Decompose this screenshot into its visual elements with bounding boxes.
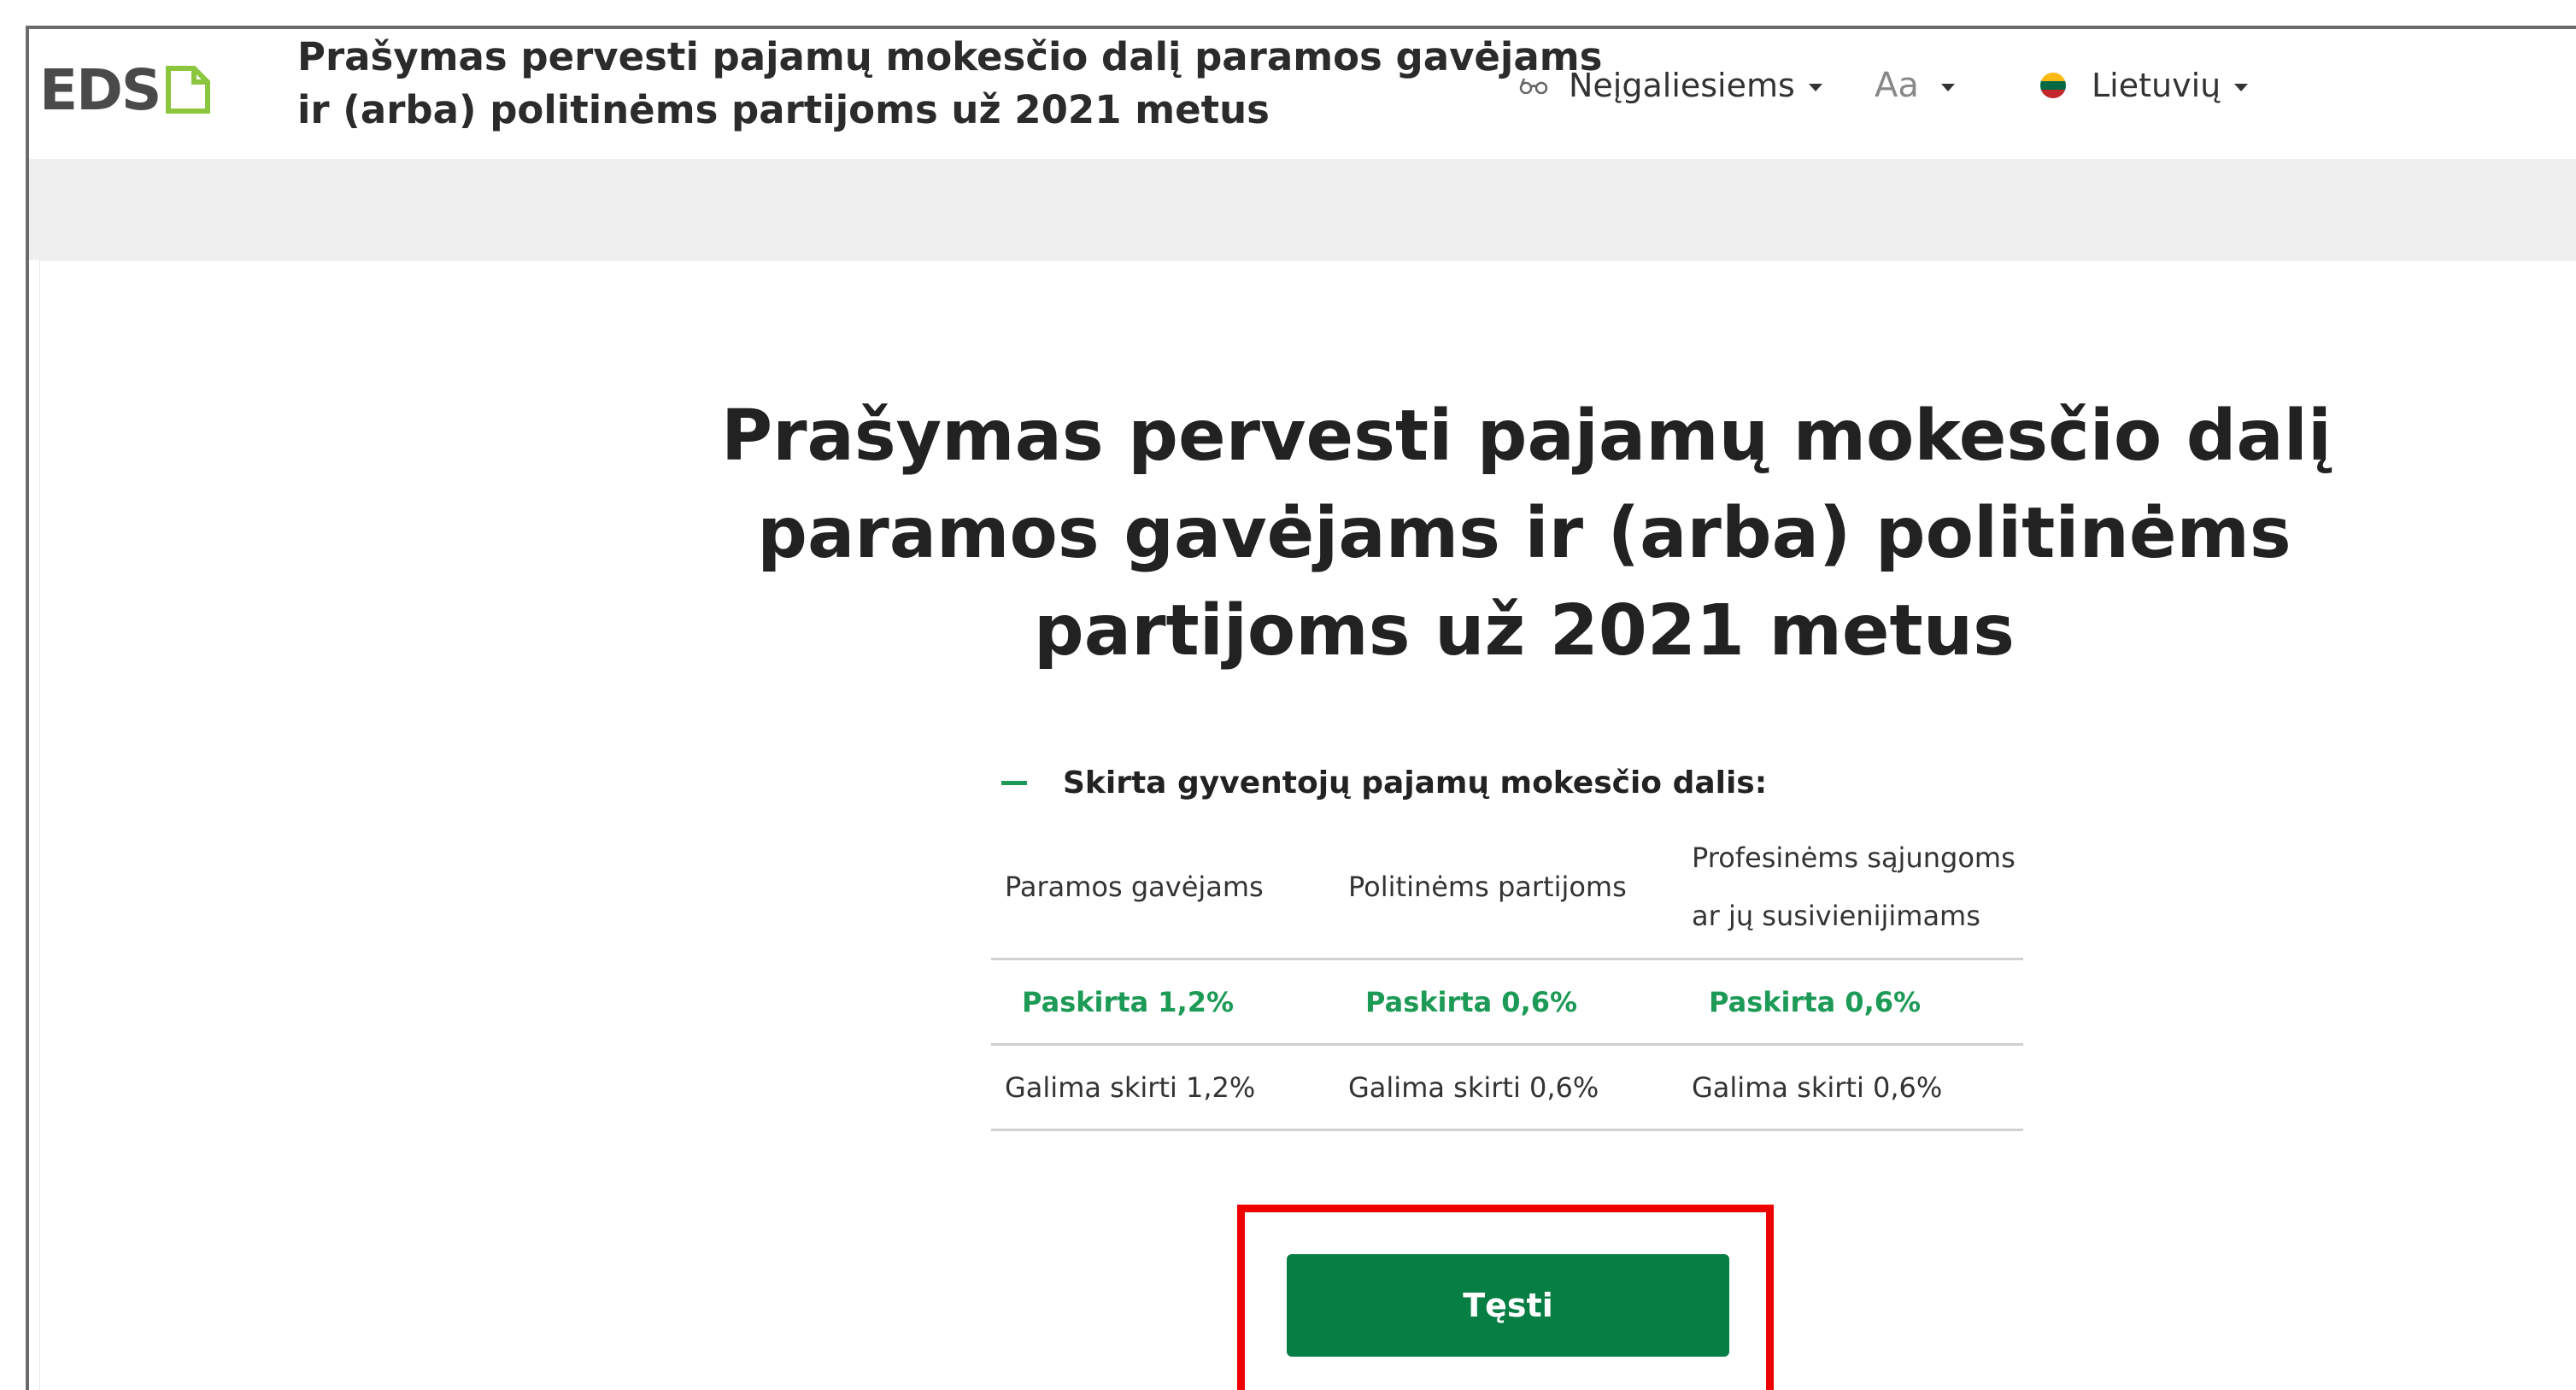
header-title-line-2: ir (arba) politinėms partijoms už 2021 m… [297, 87, 1270, 132]
section-toggle[interactable]: Skirta gyventojų pajamų mokesčio dalis: [1001, 765, 1767, 801]
chevron-down-icon [1940, 83, 1955, 91]
language-label: Lietuvių [2092, 67, 2221, 104]
continue-button[interactable]: Tęsti [1287, 1254, 1729, 1357]
page-title-line-3: partijoms už 2021 metus [1034, 590, 2015, 672]
allocated-cell: Paskirta 0,6% [1365, 985, 1578, 1018]
available-cell: Galima skirti 0,6% [1348, 1070, 1599, 1104]
header-title: Prašymas pervesti pajamų mokesčio dalį p… [297, 31, 1603, 137]
accessibility-label: Neįgaliesiems [1569, 67, 1795, 104]
available-cell: Galima skirti 1,2% [1005, 1070, 1256, 1104]
section-title: Skirta gyventojų pajamų mokesčio dalis: [1063, 765, 1768, 801]
grey-band [29, 159, 2576, 260]
column-header: Profesinėms sąjungoms ar jų susivienijim… [1678, 829, 2021, 945]
glasses-icon [1519, 78, 1548, 94]
chevron-down-icon [1808, 83, 1822, 91]
accessibility-dropdown[interactable]: Neįgaliesiems [1519, 58, 1822, 113]
logo-text: EDS [39, 56, 161, 123]
top-header: EDS Prašymas pervesti pajamų mokesčio da… [29, 29, 2576, 159]
chevron-down-icon [2234, 83, 2249, 91]
language-dropdown[interactable]: Lietuvių [2040, 58, 2249, 113]
collapse-icon [1001, 781, 1027, 785]
column-header-text: Profesinėms sąjungoms [1692, 841, 2016, 874]
page-title-line-1: Prašymas pervesti pajamų mokesčio dalį [721, 396, 2332, 477]
column-header-text: ar jų susivienijimams [1692, 899, 1980, 932]
table-row: Galima skirti 1,2% Galima skirti 0,6% Ga… [991, 1046, 2023, 1131]
column-header: Paramos gavėjams [991, 858, 1335, 916]
column-header-text: Paramos gavėjams [1005, 870, 1264, 903]
allocation-table: Paramos gavėjams Politinėms partijoms Pr… [991, 815, 2023, 1131]
font-size-label: Aa [1875, 66, 1919, 105]
allocated-cell: Paskirta 1,2% [1022, 985, 1235, 1018]
eds-logo[interactable]: EDS [39, 51, 211, 128]
available-cell: Galima skirti 0,6% [1692, 1070, 1943, 1104]
column-header-text: Politinėms partijoms [1348, 870, 1627, 903]
table-row: Paskirta 1,2% Paskirta 0,6% Paskirta 0,6… [991, 960, 2023, 1046]
page-title: Prašymas pervesti pajamų mokesčio dalį p… [721, 388, 2332, 680]
table-header-row: Paramos gavėjams Politinėms partijoms Pr… [991, 815, 2023, 960]
document-icon [166, 66, 211, 114]
column-header: Politinėms partijoms [1335, 858, 1678, 916]
allocated-cell: Paskirta 0,6% [1709, 985, 1922, 1018]
lithuania-flag-icon [2040, 73, 2066, 98]
font-size-dropdown[interactable]: Aa [1875, 58, 1955, 113]
header-title-line-1: Prašymas pervesti pajamų mokesčio dalį p… [297, 34, 1603, 79]
page-title-line-2: paramos gavėjams ir (arba) politinėms [757, 493, 2291, 574]
app-window: EDS Prašymas pervesti pajamų mokesčio da… [26, 26, 2576, 1390]
